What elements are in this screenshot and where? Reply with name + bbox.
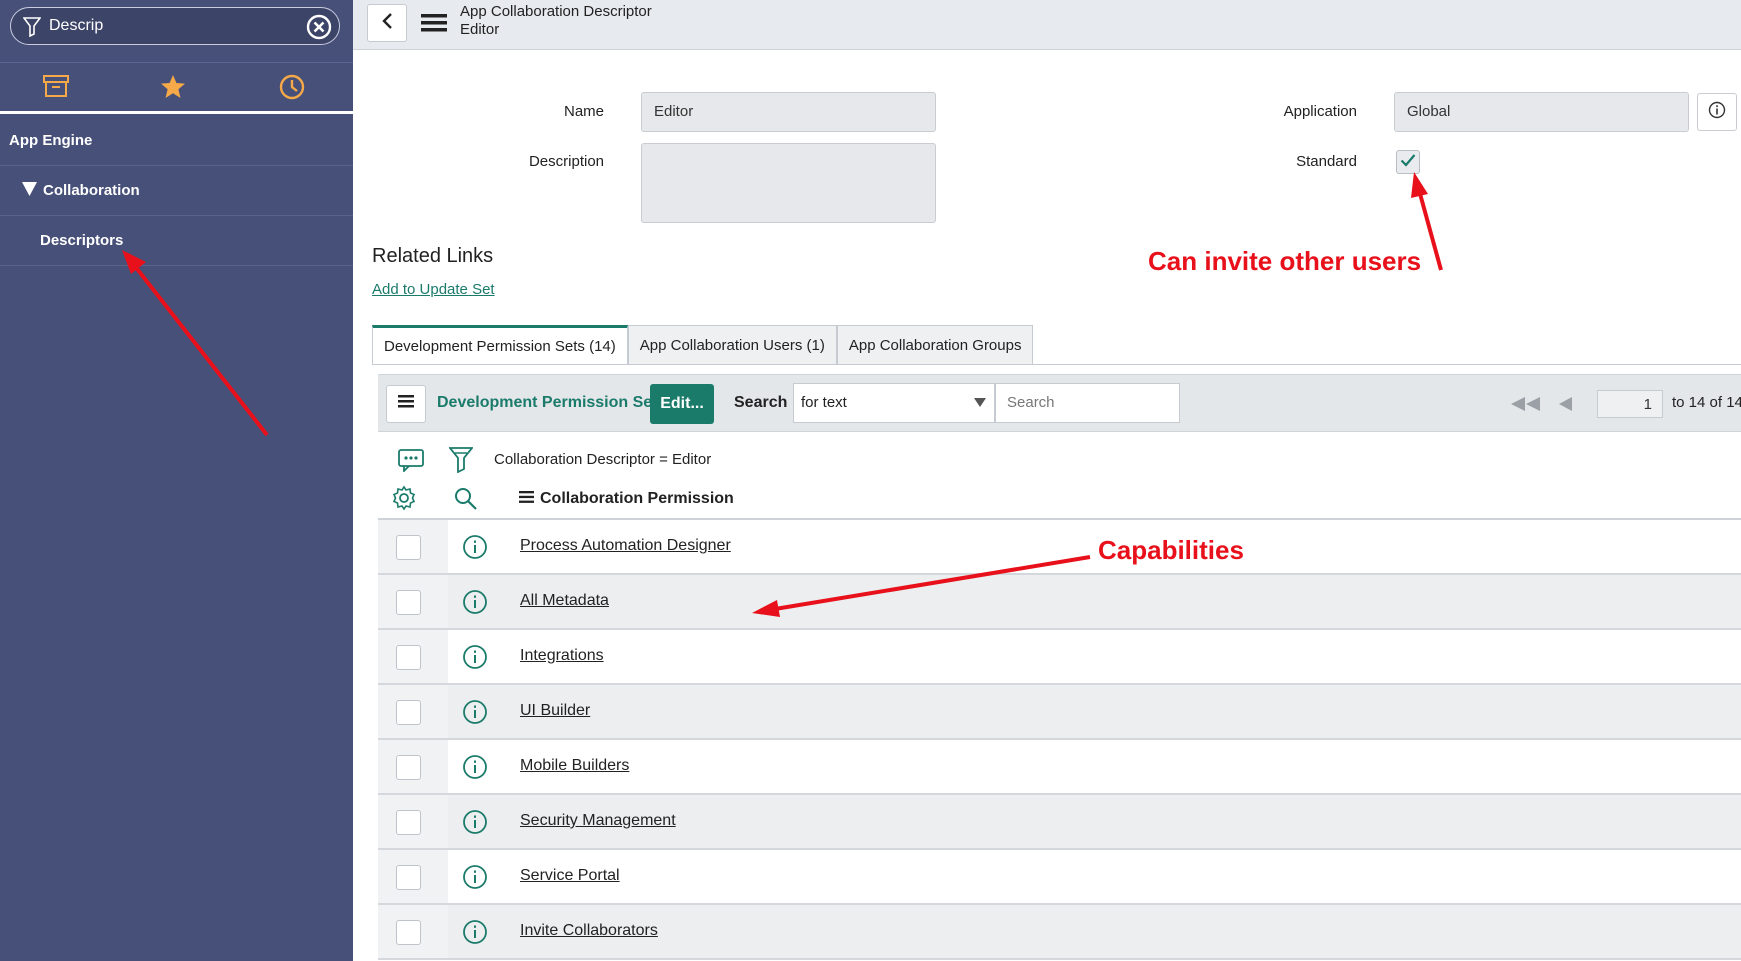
column-menu-icon[interactable] [519, 490, 534, 508]
nav-descriptors-label: Descriptors [40, 232, 124, 249]
standard-checkbox[interactable] [1396, 150, 1420, 174]
row-link[interactable]: Integrations [520, 647, 604, 665]
nav-descriptors[interactable]: Descriptors [0, 216, 353, 266]
search-field-value: for text [801, 394, 847, 411]
page-total: to 14 of 14 [1672, 394, 1741, 411]
row-checkbox[interactable] [396, 590, 421, 615]
table-row: All Metadata [378, 575, 1741, 630]
related-list-tabs: Development Permission Sets (14) App Col… [372, 325, 1034, 365]
form-menu-icon[interactable] [421, 13, 447, 38]
star-icon[interactable] [159, 73, 189, 103]
application-info-button[interactable] [1697, 93, 1737, 131]
column-header-label: Collaboration Permission [540, 490, 734, 507]
list-title: Development Permission Sets [437, 394, 667, 411]
record-display-value: Editor [460, 21, 500, 38]
application-field[interactable]: Global [1394, 92, 1689, 132]
row-checkbox[interactable] [396, 755, 421, 780]
tab-development-permission-sets[interactable]: Development Permission Sets (14) [372, 325, 628, 365]
first-page-icon[interactable] [1511, 397, 1541, 416]
page-number-input[interactable]: 1 [1597, 390, 1663, 418]
navigator-sidebar: Descrip App Engine Collaboration Descrip… [0, 0, 353, 961]
info-icon[interactable] [462, 534, 488, 565]
info-icon[interactable] [462, 864, 488, 895]
table-row: Service Portal [378, 850, 1741, 905]
description-label: Description [528, 153, 604, 170]
dropdown-caret-icon [974, 398, 986, 407]
nav-app-engine[interactable]: App Engine [0, 116, 353, 166]
info-icon[interactable] [462, 809, 488, 840]
table-row: Process Automation Designer [378, 520, 1741, 575]
clock-icon[interactable] [278, 73, 308, 103]
table-row: Security Management [378, 795, 1741, 850]
info-icon[interactable] [462, 919, 488, 950]
tab-app-collaboration-groups[interactable]: App Collaboration Groups [836, 325, 1034, 365]
expand-triangle-icon[interactable] [22, 181, 37, 200]
filter-value: Descrip [49, 17, 104, 34]
table-row: Mobile Builders [378, 740, 1741, 795]
search-input[interactable]: Search [995, 383, 1180, 423]
annotation-invite: Can invite other users [1148, 246, 1422, 276]
row-link[interactable]: UI Builder [520, 702, 590, 720]
nav-collaboration-label: Collaboration [43, 182, 140, 199]
tab-app-collaboration-users[interactable]: App Collaboration Users (1) [627, 325, 837, 365]
row-checkbox[interactable] [396, 920, 421, 945]
standard-label: Standard [1296, 153, 1357, 170]
app-window: Descrip App Engine Collaboration Descrip… [0, 0, 1741, 961]
navigator-tabs [0, 62, 353, 114]
row-link[interactable]: Invite Collaborators [520, 922, 658, 940]
chevron-left-icon [381, 12, 393, 35]
nav-collaboration[interactable]: Collaboration [0, 166, 353, 216]
gear-icon[interactable] [391, 485, 417, 516]
activity-stream-icon[interactable] [397, 448, 425, 477]
list-rows: Process Automation Designer All Metadata… [378, 518, 1741, 960]
info-icon[interactable] [462, 754, 488, 785]
clear-filter-icon[interactable] [305, 13, 333, 41]
related-links-title: Related Links [372, 245, 494, 267]
description-field[interactable] [641, 143, 936, 223]
previous-page-icon[interactable] [1559, 397, 1573, 416]
row-checkbox[interactable] [396, 700, 421, 725]
row-link[interactable]: Service Portal [520, 867, 620, 885]
search-label: Search [734, 394, 788, 411]
table-row: Integrations [378, 630, 1741, 685]
row-link[interactable]: All Metadata [520, 592, 609, 610]
record-table-title: App Collaboration Descriptor [460, 3, 652, 20]
nav-app-engine-label: App Engine [9, 132, 93, 149]
application-label: Application [1283, 103, 1357, 120]
name-field[interactable]: Editor [641, 92, 936, 132]
name-label: Name [563, 103, 604, 120]
edit-button[interactable]: Edit... [650, 384, 714, 424]
info-icon[interactable] [462, 644, 488, 675]
filter-icon[interactable] [448, 447, 474, 478]
row-checkbox[interactable] [396, 865, 421, 890]
back-button[interactable] [367, 4, 407, 42]
row-link[interactable]: Security Management [520, 812, 676, 830]
filter-icon [22, 17, 42, 42]
search-icon[interactable] [454, 487, 478, 516]
form-header: App Collaboration Descriptor Editor [353, 0, 1741, 50]
list-toolbar: Development Permission Sets Edit... Sear… [378, 374, 1741, 432]
search-field-select[interactable]: for text [793, 383, 995, 423]
row-checkbox[interactable] [396, 535, 421, 560]
annotation-capabilities: Capabilities [1098, 535, 1244, 565]
filter-breadcrumb[interactable]: Collaboration Descriptor = Editor [494, 451, 711, 468]
row-checkbox[interactable] [396, 645, 421, 670]
info-icon [1708, 101, 1726, 124]
add-to-update-set-link[interactable]: Add to Update Set [372, 281, 495, 298]
hamburger-icon [398, 395, 414, 413]
navigator-filter-input[interactable]: Descrip [10, 7, 340, 45]
row-link[interactable]: Process Automation Designer [520, 537, 731, 555]
row-checkbox[interactable] [396, 810, 421, 835]
column-header-collaboration-permission[interactable]: Collaboration Permission [519, 490, 734, 508]
table-row: UI Builder [378, 685, 1741, 740]
checkmark-icon [1400, 153, 1416, 172]
info-icon[interactable] [462, 589, 488, 620]
table-row: Invite Collaborators [378, 905, 1741, 960]
archive-icon[interactable] [42, 73, 72, 103]
row-link[interactable]: Mobile Builders [520, 757, 629, 775]
list-menu-button[interactable] [386, 385, 426, 423]
tabs-divider [372, 364, 1741, 365]
info-icon[interactable] [462, 699, 488, 730]
